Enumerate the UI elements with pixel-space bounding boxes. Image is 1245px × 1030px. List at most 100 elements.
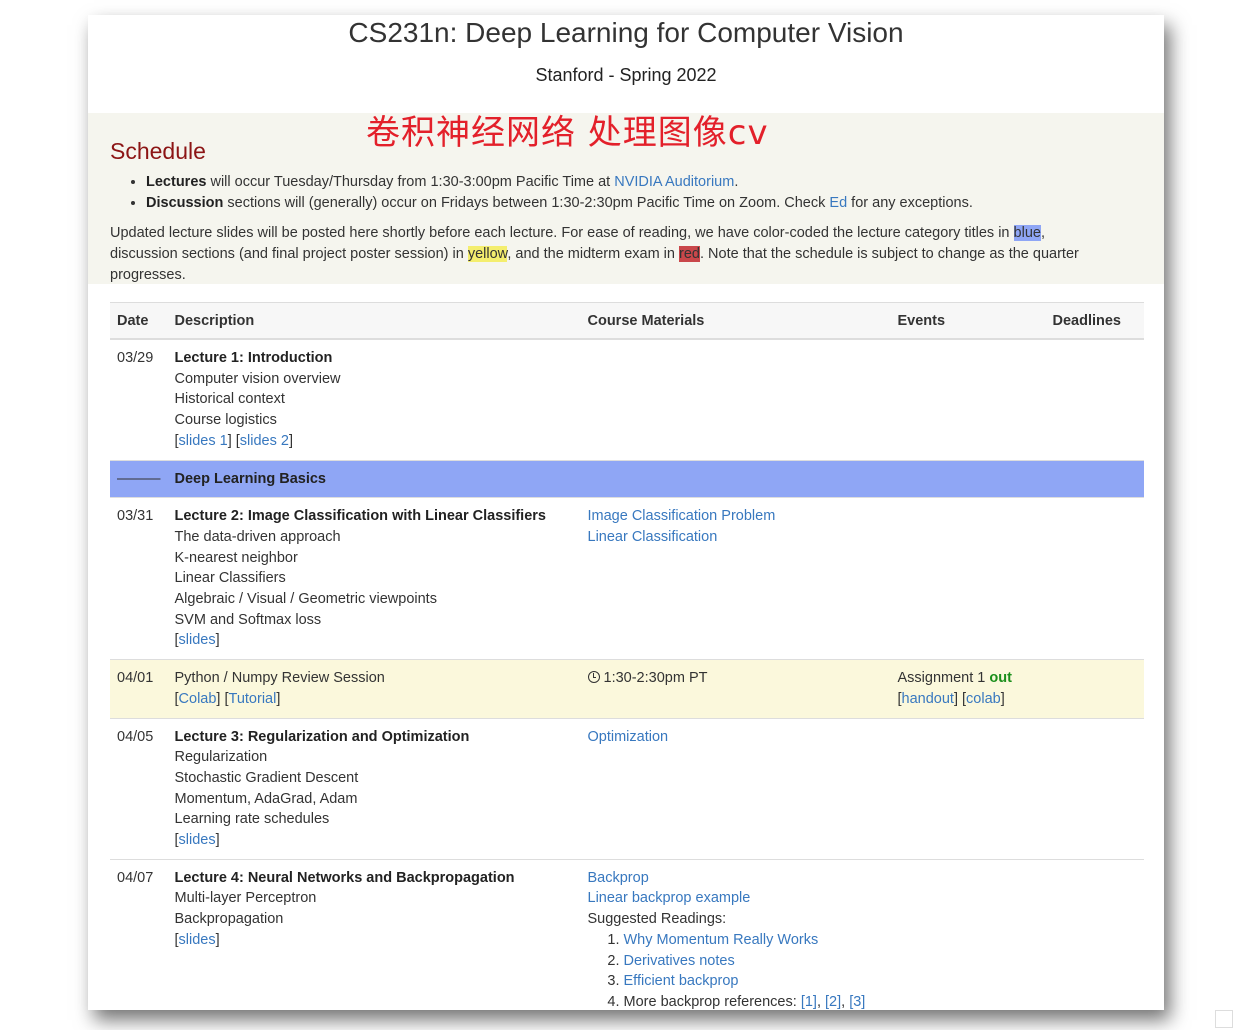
bullet-bold: Discussion [146, 195, 224, 211]
row-description: Lecture 2: Image Classification with Lin… [167, 497, 581, 660]
bullet-text: for any exceptions. [847, 195, 973, 211]
row-deadlines [1045, 717, 1144, 860]
section-cell [890, 459, 1046, 498]
red-highlight: red [679, 246, 700, 262]
material-link[interactable]: Optimization [588, 729, 669, 745]
session-title: Python / Numpy Review Session [174, 670, 385, 687]
bullet-text: will occur Tuesday/Thursday from 1:30-3:… [206, 174, 615, 190]
row-deadlines [1045, 497, 1144, 660]
overlay-annotation: 卷积神经网络 处理图像cv [366, 113, 769, 153]
table-row: 03/31 Lecture 2: Image Classification wi… [110, 497, 1144, 660]
event-out-badge: out [989, 670, 1012, 687]
schedule-note: Updated lecture slides will be posted he… [110, 223, 1110, 286]
topic: Linear Classifiers [174, 570, 286, 587]
slides-link[interactable]: slides [179, 632, 216, 648]
page-container: CS231n: Deep Learning for Computer Visio… [88, 15, 1164, 1010]
row-date: 04/07 [110, 858, 168, 1010]
lecture-title: Lecture 2: Image Classification with Lin… [174, 508, 547, 525]
page-title: CS231n: Deep Learning for Computer Visio… [348, 17, 904, 48]
row-materials: 1:30-2:30pm PT [580, 659, 891, 719]
topic: Learning rate schedules [174, 811, 330, 828]
row-deadlines [1045, 338, 1144, 461]
reading-link[interactable]: Efficient backprop [624, 973, 739, 989]
page-subtitle: Stanford - Spring 2022 [535, 65, 717, 85]
row-deadlines [1045, 659, 1144, 719]
yellow-highlight: yellow [467, 246, 508, 262]
tutorial-link[interactable]: Tutorial [229, 691, 277, 707]
colab-link[interactable]: colab [966, 691, 1001, 707]
row-date: 04/01 [110, 659, 168, 719]
topic: K-nearest neighbor [174, 549, 298, 566]
ref-link[interactable]: [2] [825, 994, 841, 1010]
row-date: 04/05 [110, 717, 168, 860]
page-header: CS231n: Deep Learning for Computer Visio… [88, 15, 1164, 113]
row-deadlines [1045, 858, 1144, 1010]
table-row: 03/29 Lecture 1: Introduction Computer v… [110, 338, 1144, 461]
reading-link[interactable]: Why Momentum Really Works [624, 932, 819, 948]
material-link[interactable]: Image Classification Problem [588, 508, 776, 524]
row-description: Python / Numpy Review Session [Colab] [T… [167, 659, 581, 719]
lecture-title: Lecture 1: Introduction [174, 350, 333, 366]
nvidia-auditorium-link[interactable]: NVIDIA Auditorium [614, 174, 734, 190]
colab-link[interactable]: Colab [179, 691, 217, 707]
row-events [890, 858, 1046, 1010]
material-link[interactable]: Linear Classification [588, 529, 718, 545]
note-text: , and the midterm exam in [507, 246, 680, 262]
topic: Backpropagation [174, 911, 284, 928]
slides-link[interactable]: slides 1 [179, 433, 228, 449]
discussion-bullet: Discussion sections will (generally) occ… [146, 194, 973, 212]
list-item: More backprop references: [1], [2], [3] [624, 992, 884, 1010]
row-events [890, 338, 1046, 461]
row-events [890, 717, 1046, 860]
section-date: ——— [110, 459, 168, 498]
resize-handle[interactable] [1215, 1010, 1233, 1028]
reading-link[interactable]: Derivatives notes [624, 953, 735, 969]
topic: Momentum, AdaGrad, Adam [174, 790, 358, 807]
schedule-bullets: Lectures will occur Tuesday/Thursday fro… [110, 173, 973, 215]
bullet-text: sections will (generally) occur on Frida… [223, 195, 830, 211]
schedule-table: Date Description Course Materials Events… [110, 302, 1144, 1010]
slides-link[interactable]: slides [179, 932, 216, 948]
topic: The data-driven approach [174, 528, 341, 545]
section-title-text: Deep Learning Basics [174, 470, 327, 487]
list-item: Derivatives notes [624, 951, 884, 972]
section-cell [1045, 459, 1144, 498]
ref-link[interactable]: [1] [801, 994, 817, 1010]
list-item: Efficient backprop [624, 971, 884, 992]
slides-link[interactable]: slides 2 [240, 433, 289, 449]
table-row: 04/07 Lecture 4: Neural Networks and Bac… [110, 858, 1144, 1010]
clock-icon [587, 671, 600, 684]
header-date: Date [110, 302, 168, 340]
row-date: 03/29 [110, 338, 168, 461]
topic: Computer vision overview [174, 370, 341, 387]
ed-link[interactable]: Ed [829, 195, 847, 211]
slides-link[interactable]: slides [179, 832, 216, 848]
material-link[interactable]: Linear backprop example [588, 890, 751, 906]
row-materials [580, 338, 891, 461]
row-materials: Optimization [580, 717, 891, 860]
header-deadlines: Deadlines [1045, 302, 1144, 340]
topic: Stochastic Gradient Descent [174, 769, 359, 786]
more-refs-label: More backprop references: [623, 993, 801, 1010]
session-time: 1:30-2:30pm PT [603, 670, 708, 687]
section-row: ——— Deep Learning Basics [110, 459, 1144, 498]
topic: Algebraic / Visual / Geometric viewpoint… [174, 591, 437, 608]
readings-label: Suggested Readings: [587, 911, 727, 928]
row-date: 03/31 [110, 497, 168, 660]
topic: Historical context [174, 391, 285, 408]
bullet-bold: Lectures [146, 174, 207, 190]
table-row: 04/05 Lecture 3: Regularization and Opti… [110, 717, 1144, 860]
material-link[interactable]: Backprop [588, 870, 649, 886]
blue-highlight: blue [1013, 225, 1041, 241]
table-row: 04/01 Python / Numpy Review Session [Col… [110, 659, 1144, 719]
list-item: Why Momentum Really Works [624, 930, 884, 951]
section-cell [580, 459, 891, 498]
topic: Multi-layer Perceptron [174, 890, 317, 907]
ref-link[interactable]: [3] [849, 994, 865, 1010]
note-text: Updated lecture slides will be posted he… [110, 225, 1014, 241]
event-label: Assignment 1 [897, 670, 990, 687]
row-materials: Image Classification Problem Linear Clas… [580, 497, 891, 660]
header-description: Description [167, 302, 581, 340]
handout-link[interactable]: handout [902, 691, 954, 707]
topic: SVM and Softmax loss [174, 611, 322, 628]
